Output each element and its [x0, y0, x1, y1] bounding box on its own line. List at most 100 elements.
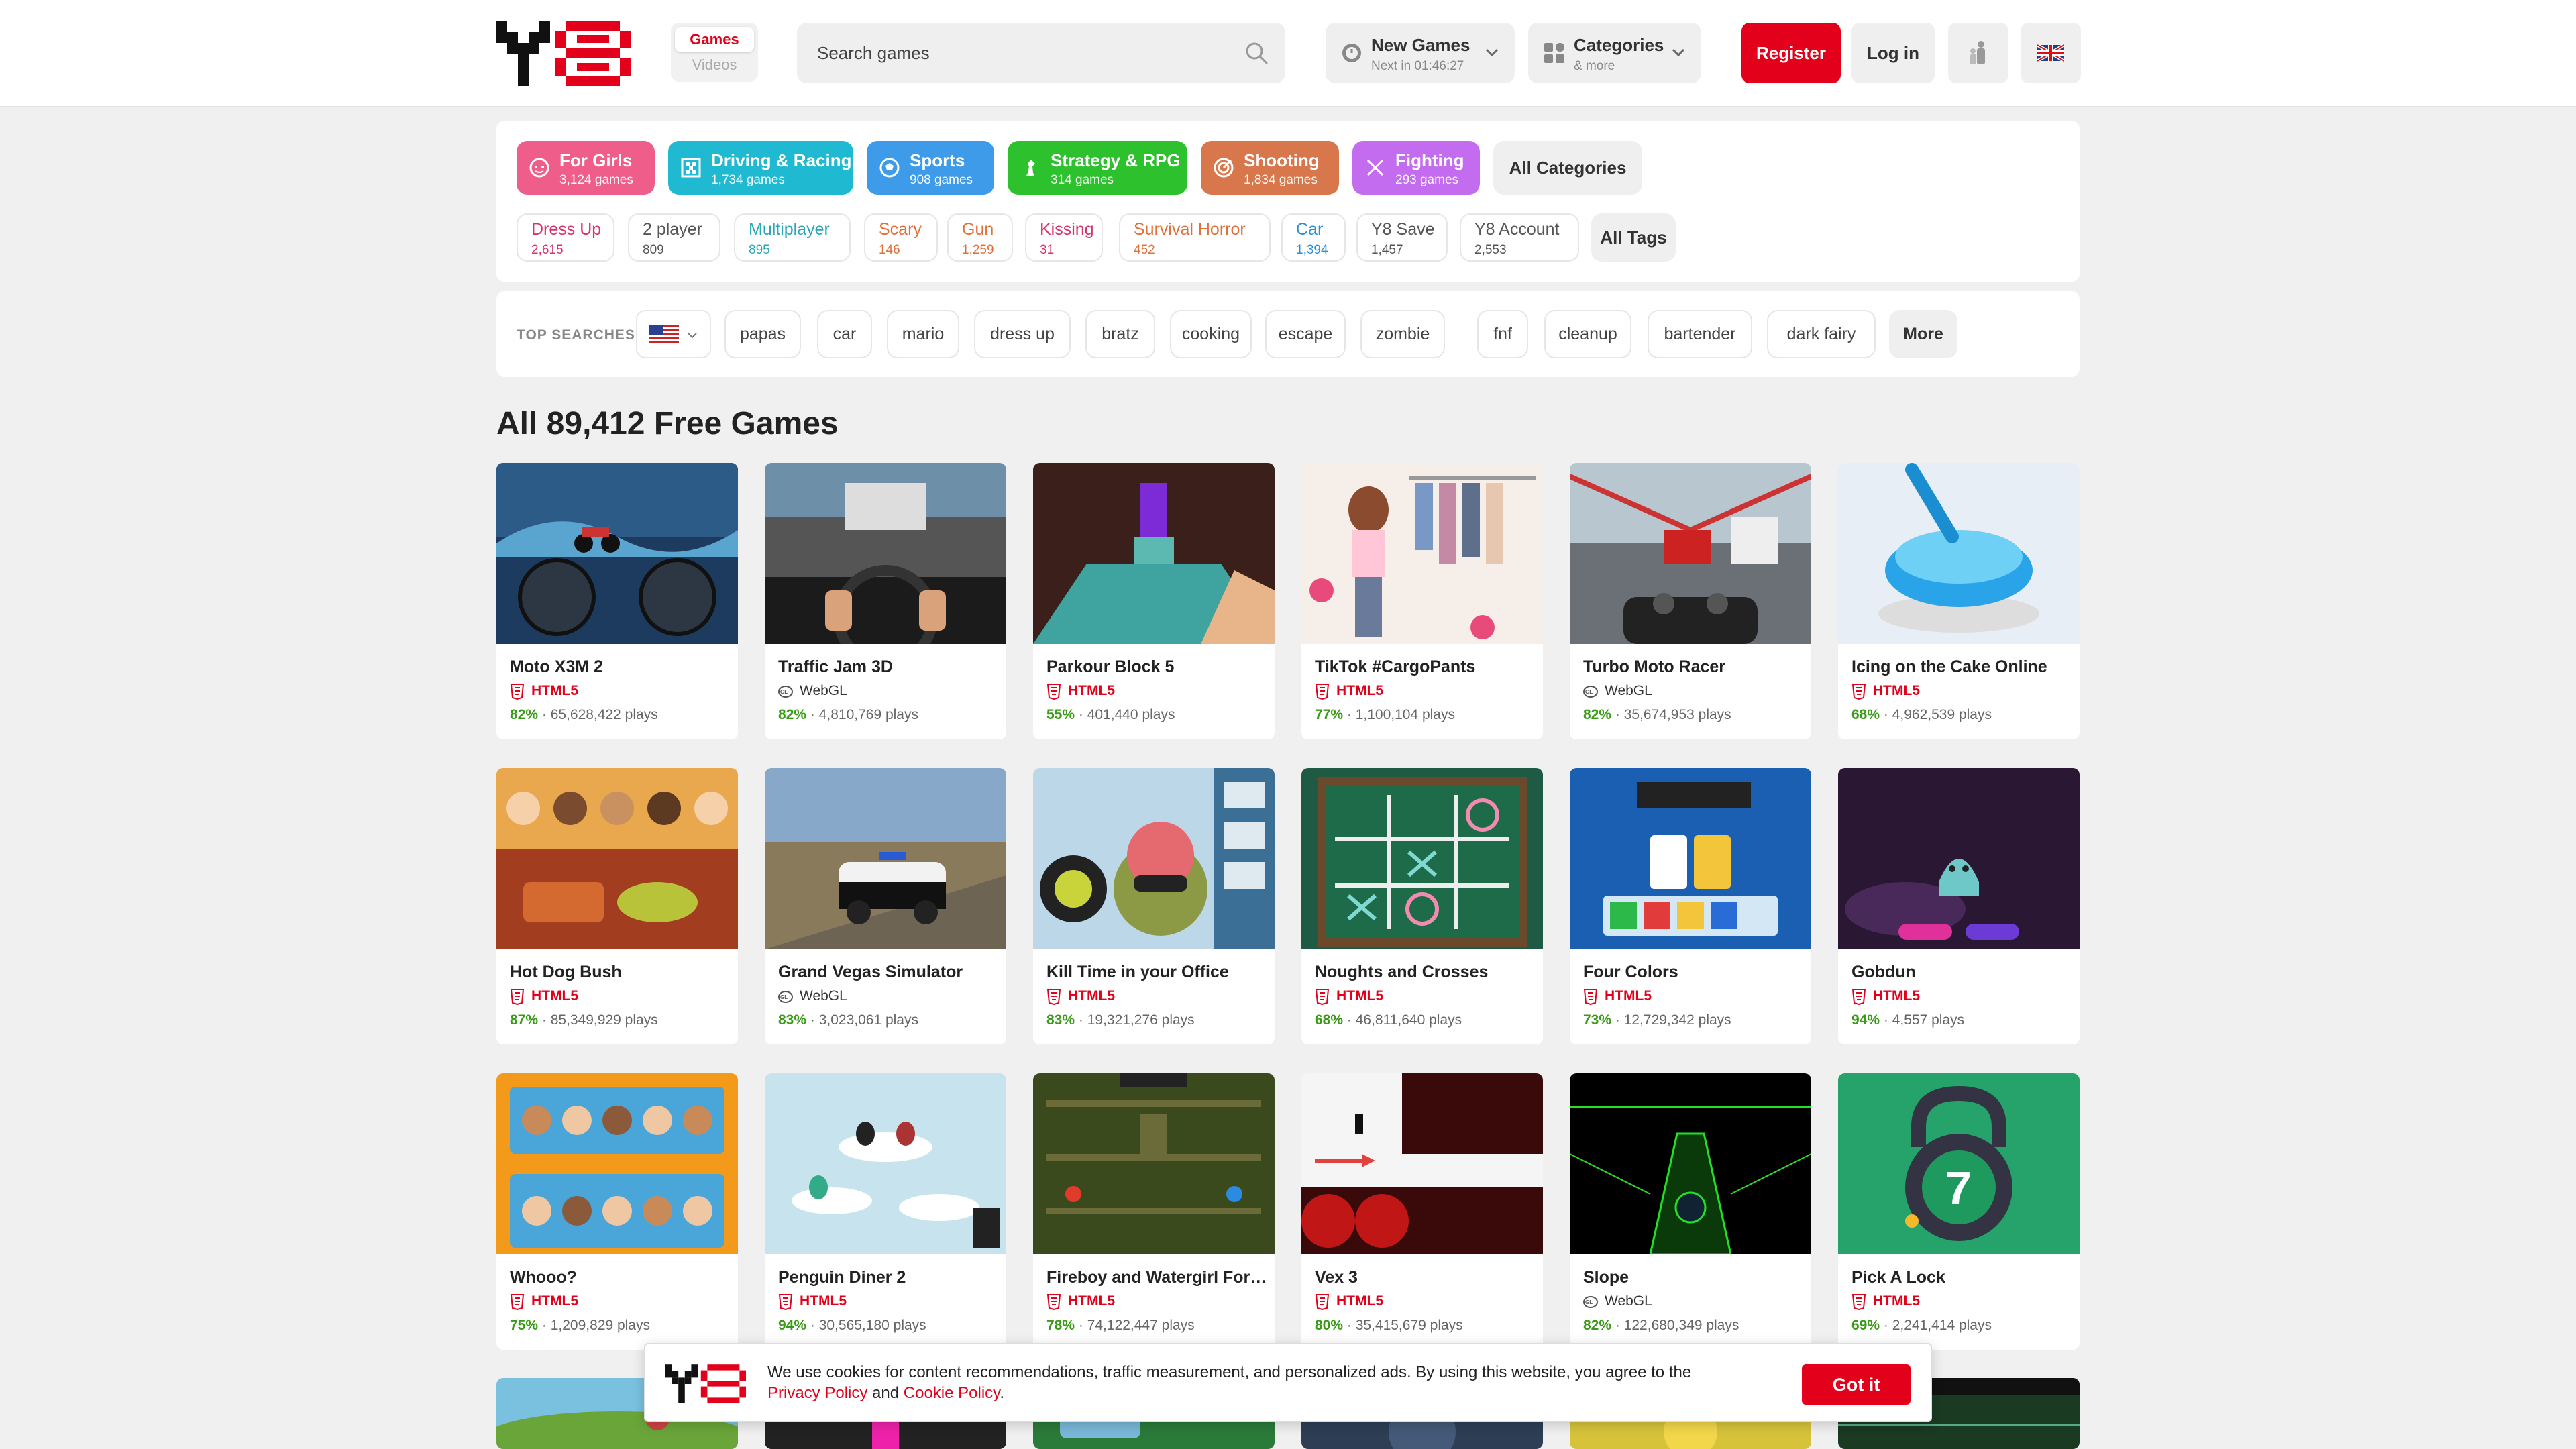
- game-title[interactable]: Parkour Block 5: [1046, 657, 1268, 677]
- game-title[interactable]: Noughts and Crosses: [1315, 963, 1536, 982]
- login-button[interactable]: Log in: [1851, 23, 1935, 83]
- top-search-cooking[interactable]: cooking: [1170, 310, 1252, 358]
- dressup-thumbnail[interactable]: [1301, 463, 1543, 644]
- more-searches-button[interactable]: More: [1889, 310, 1957, 358]
- game-title[interactable]: Turbo Moto Racer: [1583, 657, 1805, 677]
- tictactoe-thumbnail[interactable]: [1301, 768, 1543, 949]
- game-title[interactable]: Slope: [1583, 1268, 1805, 1287]
- tag-kissing[interactable]: Kissing 31: [1025, 213, 1103, 262]
- game-card[interactable]: Kill Time in your Office HTML5 83% · 19,…: [1033, 768, 1275, 1044]
- lock-thumbnail[interactable]: 7: [1838, 1073, 2080, 1254]
- cookie-policy-link[interactable]: Cookie Policy: [904, 1384, 1000, 1402]
- game-title[interactable]: Whooo?: [510, 1268, 731, 1287]
- game-title[interactable]: Gobdun: [1851, 963, 2073, 982]
- search-icon[interactable]: [1244, 40, 1269, 66]
- vex-thumbnail[interactable]: [1301, 1073, 1543, 1254]
- family-mode-button[interactable]: [1948, 23, 2008, 83]
- region-selector[interactable]: [636, 310, 711, 358]
- game-card[interactable]: Parkour Block 5 HTML5 55% · 401,440 play…: [1033, 463, 1275, 739]
- top-search-mario[interactable]: mario: [887, 310, 959, 358]
- game-title[interactable]: Hot Dog Bush: [510, 963, 731, 982]
- game-title[interactable]: Kill Time in your Office: [1046, 963, 1268, 982]
- motorbike-thumbnail[interactable]: [496, 463, 738, 644]
- game-title[interactable]: Four Colors: [1583, 963, 1805, 982]
- hotdog-thumbnail[interactable]: [496, 768, 738, 949]
- tag-gun[interactable]: Gun 1,259: [947, 213, 1013, 262]
- tag-y8-account[interactable]: Y8 Account 2,553: [1460, 213, 1579, 262]
- game-card[interactable]: Noughts and Crosses HTML5 68% · 46,811,6…: [1301, 768, 1543, 1044]
- game-title[interactable]: Pick A Lock: [1851, 1268, 2073, 1287]
- game-card[interactable]: Vex 3 HTML5 80% · 35,415,679 plays: [1301, 1073, 1543, 1350]
- tag-scary[interactable]: Scary 146: [864, 213, 938, 262]
- game-title[interactable]: Vex 3: [1315, 1268, 1536, 1287]
- language-button[interactable]: [2021, 23, 2081, 83]
- game-card[interactable]: Icing on the Cake Online HTML5 68% · 4,9…: [1838, 463, 2080, 739]
- game-title[interactable]: Grand Vegas Simulator: [778, 963, 1000, 982]
- game-card[interactable]: Traffic Jam 3D GL WebGL 82% · 4,810,769 p…: [765, 463, 1006, 739]
- register-button[interactable]: Register: [1741, 23, 1841, 83]
- category-sports[interactable]: Sports 908 games: [867, 141, 994, 195]
- top-search-papas[interactable]: papas: [724, 310, 801, 358]
- category-shooting[interactable]: Shooting 1,834 games: [1201, 141, 1339, 195]
- category-fighting[interactable]: Fighting 293 games: [1352, 141, 1480, 195]
- game-title[interactable]: Traffic Jam 3D: [778, 657, 1000, 677]
- moto-racer-thumbnail[interactable]: [1570, 463, 1811, 644]
- game-card[interactable]: Moto X3M 2 HTML5 82% · 65,628,422 plays: [496, 463, 738, 739]
- game-card[interactable]: Fireboy and Watergirl Forest Temple HTML…: [1033, 1073, 1275, 1350]
- guess-who-thumbnail[interactable]: [496, 1073, 738, 1254]
- new-games-dropdown[interactable]: New Games Next in 01:46:27: [1326, 23, 1515, 83]
- game-title[interactable]: TikTok #CargoPants: [1315, 657, 1536, 677]
- office-thumbnail[interactable]: [1033, 768, 1275, 949]
- game-title[interactable]: Fireboy and Watergirl Forest Temple: [1046, 1268, 1268, 1287]
- tag-dress-up[interactable]: Dress Up 2,615: [517, 213, 614, 262]
- top-search-car[interactable]: car: [817, 310, 872, 358]
- game-card[interactable]: Gobdun HTML5 94% · 4,557 plays: [1838, 768, 2080, 1044]
- categories-dropdown[interactable]: Categories & more: [1528, 23, 1701, 83]
- game-card[interactable]: Whooo? HTML5 75% · 1,209,829 plays: [496, 1073, 738, 1350]
- top-search-escape[interactable]: escape: [1265, 310, 1346, 358]
- block-parkour-thumbnail[interactable]: [1033, 463, 1275, 644]
- game-card[interactable]: Slope GL WebGL 82% · 122,680,349 plays: [1570, 1073, 1811, 1350]
- ghost-thumbnail[interactable]: [1838, 768, 2080, 949]
- game-card[interactable]: Penguin Diner 2 HTML5 94% · 30,565,180 p…: [765, 1073, 1006, 1350]
- category-strategy-rpg[interactable]: Strategy & RPG 314 games: [1008, 141, 1187, 195]
- top-search-dress-up[interactable]: dress up: [974, 310, 1071, 358]
- game-card[interactable]: TikTok #CargoPants HTML5 77% · 1,100,104…: [1301, 463, 1543, 739]
- accept-cookies-button[interactable]: Got it: [1802, 1364, 1911, 1405]
- game-card[interactable]: Hot Dog Bush HTML5 87% · 85,349,929 play…: [496, 768, 738, 1044]
- category-for-girls[interactable]: For Girls 3,124 games: [517, 141, 655, 195]
- top-search-zombie[interactable]: zombie: [1360, 310, 1445, 358]
- all-categories-button[interactable]: All Categories: [1493, 141, 1642, 195]
- temple-thumbnail[interactable]: [1033, 1073, 1275, 1254]
- top-search-cleanup[interactable]: cleanup: [1544, 310, 1631, 358]
- game-title[interactable]: Penguin Diner 2: [778, 1268, 1000, 1287]
- tab-videos[interactable]: Videos: [675, 52, 754, 78]
- top-search-fnf[interactable]: fnf: [1477, 310, 1528, 358]
- top-search-bartender[interactable]: bartender: [1648, 310, 1752, 358]
- tag-survival-horror[interactable]: Survival Horror 452: [1119, 213, 1271, 262]
- tag-multiplayer[interactable]: Multiplayer 895: [734, 213, 851, 262]
- top-search-bratz[interactable]: bratz: [1085, 310, 1155, 358]
- top-search-dark-fairy[interactable]: dark fairy: [1767, 310, 1876, 358]
- tag-y8-save[interactable]: Y8 Save 1,457: [1356, 213, 1448, 262]
- game-title[interactable]: Moto X3M 2: [510, 657, 731, 677]
- slope-thumbnail[interactable]: [1570, 1073, 1811, 1254]
- search-input[interactable]: [817, 23, 1220, 83]
- tag-car[interactable]: Car 1,394: [1281, 213, 1346, 262]
- car-interior-thumbnail[interactable]: [765, 463, 1006, 644]
- game-card[interactable]: Four Colors HTML5 73% · 12,729,342 plays: [1570, 768, 1811, 1044]
- privacy-policy-link[interactable]: Privacy Policy: [767, 1384, 867, 1402]
- category-driving-racing[interactable]: Driving & Racing 1,734 games: [668, 141, 853, 195]
- y8-logo[interactable]: [496, 21, 631, 86]
- game-card[interactable]: Grand Vegas Simulator GL WebGL 83% · 3,02…: [765, 768, 1006, 1044]
- tab-games[interactable]: Games: [675, 27, 754, 52]
- game-title[interactable]: Icing on the Cake Online: [1851, 657, 2073, 677]
- penguin-thumbnail[interactable]: [765, 1073, 1006, 1254]
- all-tags-button[interactable]: All Tags: [1591, 213, 1676, 262]
- game-card[interactable]: 7 Pick A Lock HTML5 69% · 2,241,414 play…: [1838, 1073, 2080, 1350]
- game-card[interactable]: Turbo Moto Racer GL WebGL 82% · 35,674,95…: [1570, 463, 1811, 739]
- police-car-thumbnail[interactable]: [765, 768, 1006, 949]
- cards-thumbnail[interactable]: [1570, 768, 1811, 949]
- cake-thumbnail[interactable]: [1838, 463, 2080, 644]
- tag-2-player[interactable]: 2 player 809: [628, 213, 720, 262]
